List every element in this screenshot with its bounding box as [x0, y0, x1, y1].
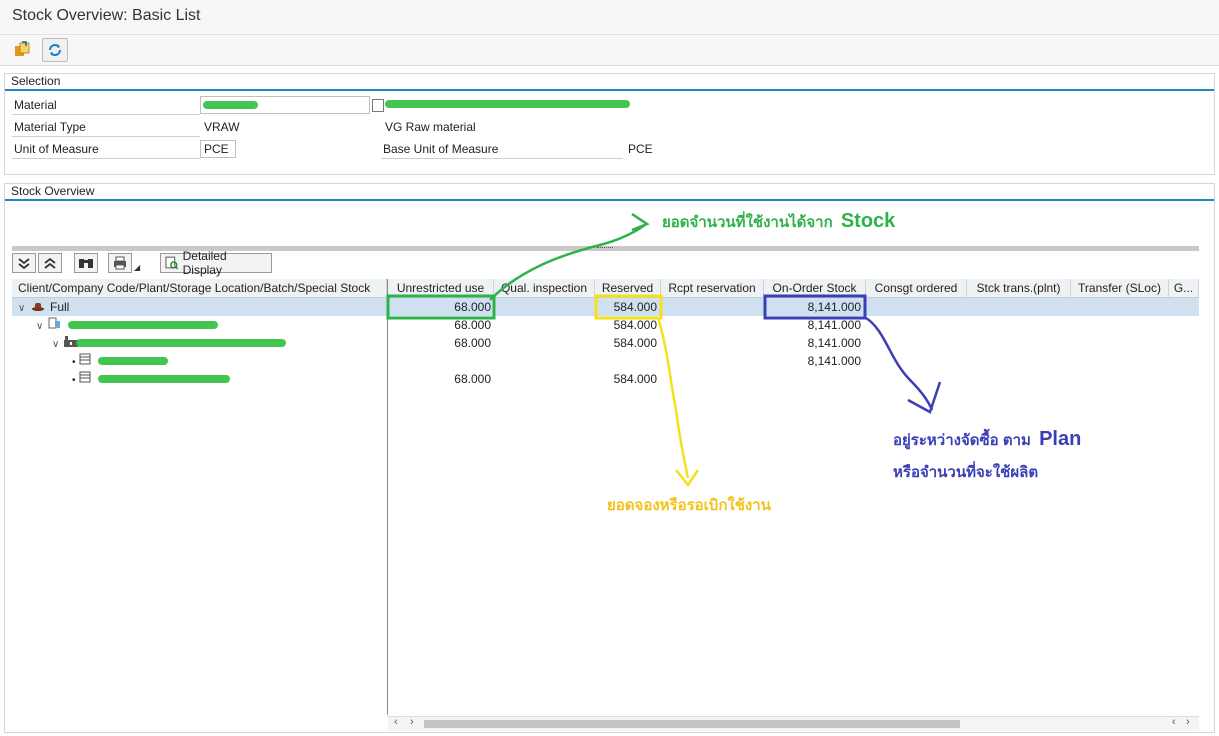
- blue-annotation-en: Plan: [1039, 428, 1082, 450]
- green-arrow-head: [631, 212, 650, 232]
- blue-highlight-box: [763, 294, 867, 320]
- blue-annotation-line2: หรือจำนวนที่จะใช้ผลิต: [893, 464, 1039, 481]
- yellow-highlight-box: [594, 294, 663, 320]
- yellow-annotation: ยอดจองหรือรอเบิกใช้งาน: [607, 497, 771, 514]
- blue-arrow: [865, 316, 934, 411]
- green-annotation: ยอดจำนวนที่ใช้งานได้จาก Stock: [662, 210, 895, 234]
- blue-annotation-thai: อยู่ระหว่างจัดซื้อ ตาม: [893, 432, 1031, 449]
- green-annotation-thai: ยอดจำนวนที่ใช้งานได้จาก: [662, 214, 833, 231]
- annotation-overlay: [386, 212, 942, 488]
- green-arrow: [489, 223, 646, 301]
- blue-annotation-line1: อยู่ระหว่างจัดซื้อ ตาม Plan: [893, 428, 1081, 452]
- yellow-arrow: [656, 317, 690, 479]
- green-highlight-box: [386, 294, 496, 320]
- green-annotation-en: Stock: [840, 210, 896, 232]
